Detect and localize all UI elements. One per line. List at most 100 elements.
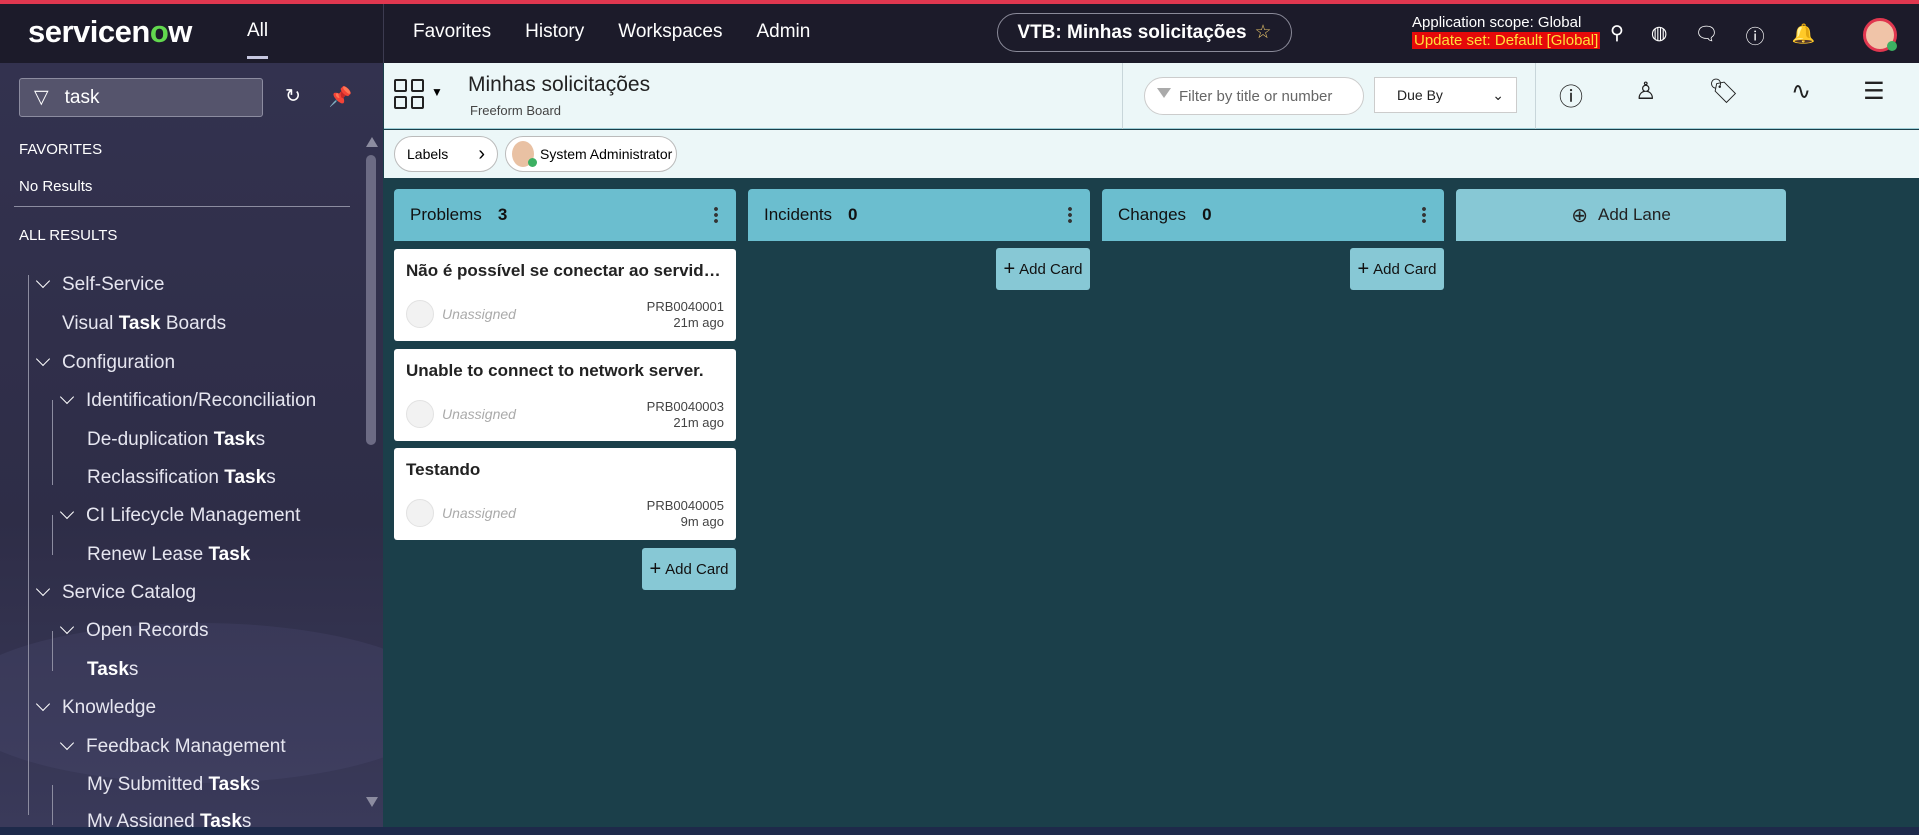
sidebar-result-item[interactable]: Identification/Reconciliation [59, 389, 316, 412]
divider [383, 4, 384, 63]
nav-favorites[interactable]: Favorites [413, 21, 491, 43]
labels-chip[interactable]: Labels › [394, 136, 498, 172]
sidebar-result-item[interactable]: CI Lifecycle Management [59, 504, 300, 527]
all-menu-tab[interactable]: All [247, 20, 269, 59]
card-title: Unable to connect to network server. [406, 361, 704, 380]
add-card-button-changes[interactable]: + Add Card [1350, 248, 1444, 290]
card[interactable]: Não é possível se conectar ao servidor d… [394, 249, 736, 341]
chevron-down-icon[interactable] [59, 619, 75, 635]
main-nav: Favorites History Workspaces Admin [413, 21, 810, 43]
tree-line [28, 275, 29, 815]
board-subtitle: Freeform Board [470, 103, 562, 118]
lane-name: Incidents [764, 205, 833, 224]
lane-changes[interactable]: Changes 0 [1102, 189, 1444, 241]
star-icon[interactable]: ☆ [1255, 21, 1272, 44]
nav-workspaces[interactable]: Workspaces [618, 21, 722, 43]
bell-icon[interactable]: 🔔 [1792, 22, 1816, 49]
page-title-pill[interactable]: VTB: Minhas solicitações ☆ [997, 13, 1292, 52]
tree-line [52, 515, 53, 555]
item-text: Task [200, 811, 242, 827]
pin-icon[interactable]: 📌 [329, 85, 353, 109]
chevron-down-icon[interactable] [59, 389, 75, 405]
sidebar-result-item[interactable]: Feedback Management [59, 735, 286, 758]
sidebar-result-item[interactable]: Knowledge [35, 696, 157, 719]
filter-value: task [64, 86, 100, 108]
kebab-menu-icon[interactable] [1068, 206, 1072, 224]
info-icon[interactable]: ⓘ [1559, 77, 1583, 112]
user-avatar[interactable] [1863, 18, 1897, 52]
settings-sliders-icon[interactable]: ☰ [1863, 77, 1885, 112]
lane-name: Problems [410, 205, 482, 224]
card[interactable]: Unable to connect to network server. Unas… [394, 349, 736, 441]
item-text: s [241, 811, 252, 827]
item-text: Boards [160, 313, 227, 334]
add-lane-button[interactable]: ⊕ Add Lane [1456, 189, 1786, 241]
member-name: System Administrator [540, 146, 673, 162]
nav-admin[interactable]: Admin [756, 21, 810, 43]
lane-count: 3 [497, 205, 508, 224]
activity-icon[interactable]: ∿ [1791, 77, 1811, 112]
sidebar-result-item[interactable]: Renew Lease Task [87, 544, 250, 566]
chevron-down-icon[interactable] [35, 581, 51, 597]
item-text: Service Catalog [62, 582, 197, 603]
card-age: 21m ago [673, 415, 724, 430]
chevron-down-icon[interactable] [35, 351, 51, 367]
card[interactable]: Testando Unassigned PRB0040005 9m ago [394, 448, 736, 540]
plus-icon: + [1357, 257, 1370, 280]
chevron-down-icon[interactable] [59, 504, 75, 520]
sidebar-result-item[interactable]: Visual Task Boards [62, 313, 226, 335]
sidebar-result-item[interactable]: Tasks [87, 659, 138, 681]
sidebar-result-item[interactable]: Service Catalog [35, 581, 197, 604]
member-chip[interactable]: System Administrator [505, 136, 677, 172]
sidebar-result-item[interactable]: Reclassification Tasks [87, 467, 276, 489]
card-number: PRB0040005 [646, 498, 724, 513]
item-text: Task [224, 467, 267, 488]
tag-icon[interactable]: 🏷 [1709, 77, 1739, 112]
sidebar-scrollbar[interactable] [366, 137, 378, 807]
filter-input[interactable]: Filter by title or number [1144, 77, 1364, 115]
sort-select[interactable]: Due By ⌄ [1374, 77, 1517, 113]
sidebar-result-item[interactable]: Open Records [59, 619, 209, 642]
sidebar-result-item[interactable]: Self-Service [35, 273, 165, 296]
sidebar-result-item[interactable]: De-duplication Tasks [87, 429, 265, 451]
globe-icon[interactable]: ◍ [1651, 22, 1668, 49]
divider [1535, 63, 1536, 129]
member-avatar [512, 141, 537, 167]
add-card-button-problems[interactable]: + Add Card [642, 548, 736, 590]
item-text: Renew Lease [87, 544, 209, 565]
kebab-menu-icon[interactable] [714, 206, 718, 224]
board-canvas: Problems 3 Incidents 0 Changes 0 ⊕ Add Lane … [384, 178, 1919, 827]
kebab-menu-icon[interactable] [1422, 206, 1426, 224]
divider [1122, 63, 1123, 129]
card-number: PRB0040003 [646, 399, 724, 414]
lane-count: 0 [848, 205, 858, 224]
chevron-down-icon[interactable] [35, 696, 51, 712]
plus-circle-icon: ⊕ [1571, 204, 1588, 227]
card-assignee: Unassigned [442, 406, 516, 422]
chat-icon[interactable]: 🗨 [1695, 22, 1719, 49]
chevron-down-icon[interactable] [59, 735, 75, 751]
chevron-down-icon[interactable] [35, 273, 51, 289]
scope-info[interactable]: Application scope: Global Update set: De… [1412, 14, 1601, 50]
nav-history[interactable]: History [525, 21, 584, 43]
caret-down-icon[interactable]: ▼ [431, 85, 443, 99]
help-icon[interactable]: ⓘ [1746, 22, 1765, 49]
item-text: Self-Service [62, 274, 165, 295]
item-text: Task [213, 429, 256, 450]
navigator-filter-input[interactable]: ▽ task [19, 78, 263, 117]
lane-problems[interactable]: Problems 3 [394, 189, 736, 241]
top-navigation-bar: servicenow All Favorites History Workspa… [0, 0, 1919, 63]
sidebar-result-item[interactable]: My Submitted Tasks [87, 774, 260, 796]
lane-incidents[interactable]: Incidents 0 [748, 189, 1090, 241]
add-card-button-incidents[interactable]: + Add Card [996, 248, 1090, 290]
search-icon[interactable]: ⚲ [1610, 22, 1624, 49]
sidebar-result-item[interactable]: Configuration [35, 351, 175, 374]
refresh-icon[interactable]: ↻ [285, 85, 301, 109]
item-text: Knowledge [62, 697, 157, 718]
sidebar-result-item[interactable]: My Assigned Tasks [87, 811, 251, 827]
servicenow-logo[interactable]: servicenow [28, 14, 192, 50]
board-grid-icon[interactable] [394, 79, 424, 109]
tree-line [52, 785, 53, 825]
add-card-label: Add Card [665, 560, 729, 578]
members-icon[interactable]: ♙ [1635, 77, 1657, 112]
